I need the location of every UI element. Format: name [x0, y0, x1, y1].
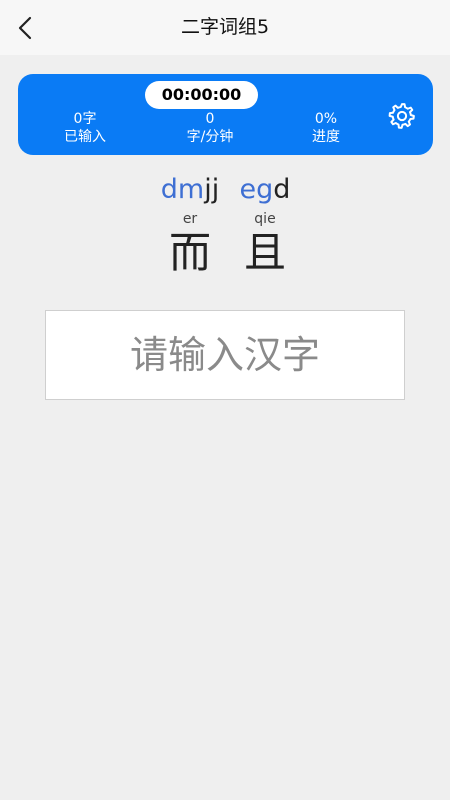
header-bar: 二字词组5 — [0, 0, 450, 55]
code-typed-part: dm — [160, 174, 205, 205]
typed-count-label: 已输入 — [64, 129, 106, 145]
code-typed-part: eg — [239, 174, 274, 205]
settings-button[interactable] — [385, 99, 419, 133]
hanzi-input[interactable] — [45, 310, 405, 400]
word-item: egd qie 且 — [228, 170, 302, 278]
word-pinyin: qie — [254, 211, 276, 227]
word-display: dmjj er 而 egd qie 且 — [0, 170, 450, 280]
word-hanzi: 且 — [243, 228, 286, 277]
progress-label: 进度 — [312, 129, 340, 145]
speed-label: 字/分钟 — [186, 129, 234, 145]
chevron-left-icon — [18, 16, 32, 40]
typed-count-stat: 0字 已输入 — [40, 110, 130, 146]
timer-display: 00:00:00 — [145, 81, 258, 109]
progress-stat: 0% 进度 — [281, 110, 371, 146]
typing-practice-screen: 二字词组5 00:00:00 0字 已输入 0 字/分钟 0% 进度 dmjj … — [0, 0, 450, 800]
code-remaining-part: d — [273, 174, 291, 205]
page-title: 二字词组5 — [180, 16, 270, 38]
word-pinyin: er — [182, 211, 198, 227]
progress-value: 0% — [314, 111, 338, 127]
typed-count-value: 0字 — [73, 111, 97, 127]
word-item: dmjj er 而 — [150, 170, 230, 278]
word-hanzi: 而 — [168, 228, 211, 277]
speed-value: 0 — [205, 111, 215, 127]
stats-panel: 00:00:00 0字 已输入 0 字/分钟 0% 进度 — [18, 74, 433, 155]
code-remaining-part: jj — [204, 174, 220, 205]
word-code: egd — [228, 170, 302, 210]
gear-icon — [388, 103, 415, 129]
word-code: dmjj — [150, 170, 230, 210]
back-button[interactable] — [8, 10, 44, 46]
speed-stat: 0 字/分钟 — [165, 110, 255, 146]
